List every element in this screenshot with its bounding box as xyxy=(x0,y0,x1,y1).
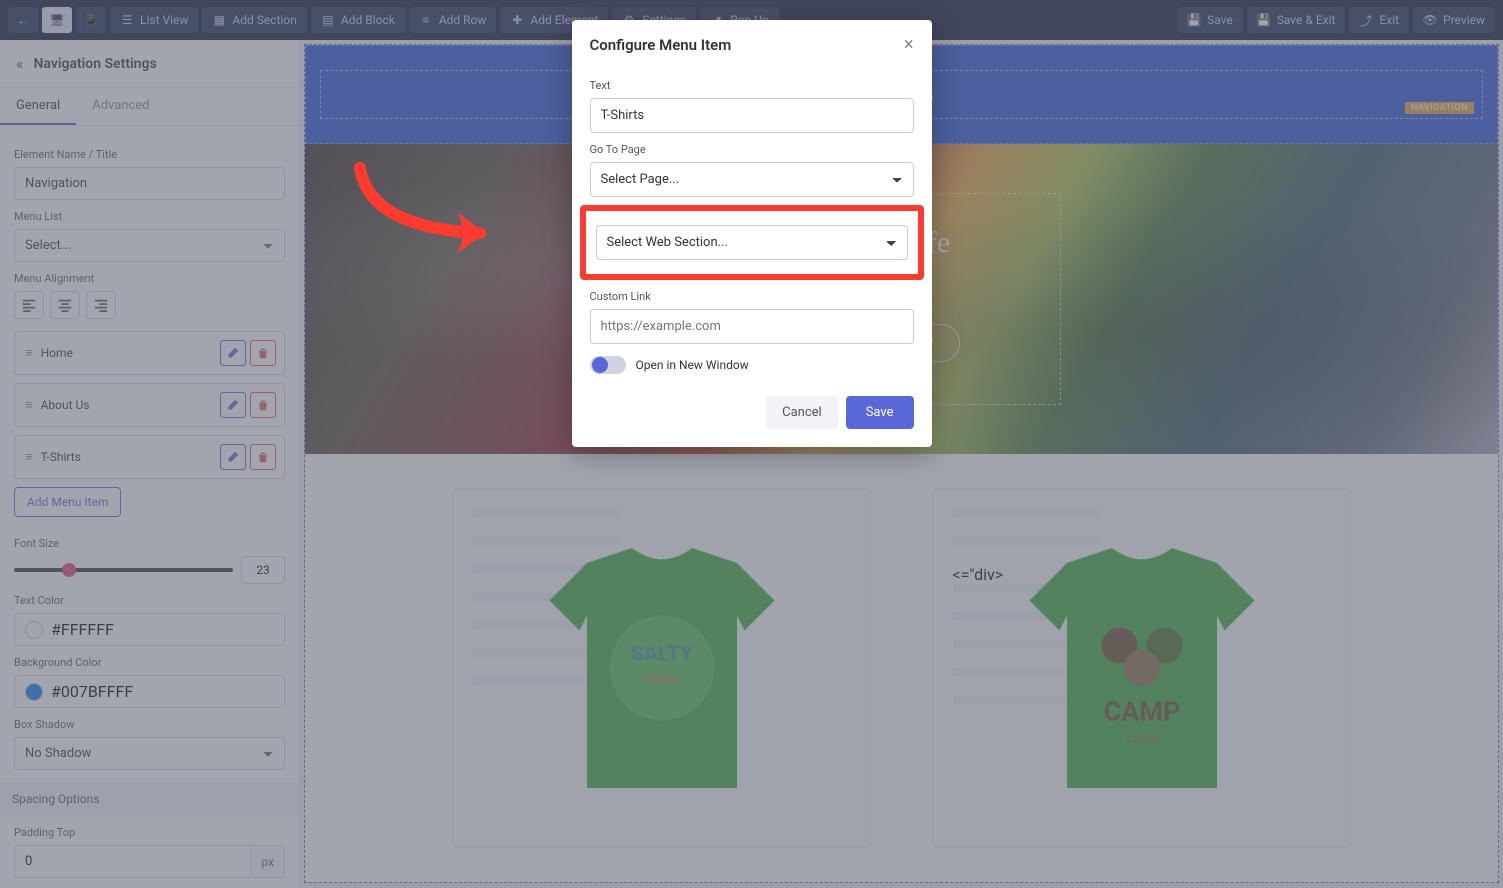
modal-footer: Cancel Save xyxy=(572,384,932,447)
custom-link-label: Custom Link xyxy=(590,290,914,303)
text-label: Text xyxy=(590,79,914,92)
open-new-window-label: Open in New Window xyxy=(636,358,749,372)
web-section-select[interactable]: Select Web Section... xyxy=(596,225,908,260)
modal-close-button[interactable]: × xyxy=(904,34,914,55)
configure-menu-item-modal: Configure Menu Item × Text Go To Page Se… xyxy=(572,20,932,447)
modal-header: Configure Menu Item × xyxy=(572,20,932,69)
open-new-window-row: Open in New Window xyxy=(590,356,914,374)
highlight-annotation: Select Web Section... xyxy=(580,205,924,280)
goto-page-label: Go To Page xyxy=(590,143,914,156)
goto-page-select[interactable]: Select Page... xyxy=(590,162,914,197)
custom-link-input[interactable] xyxy=(590,309,914,344)
modal-title: Configure Menu Item xyxy=(590,36,732,54)
modal-body: Text Go To Page Select Page... Select We… xyxy=(572,79,932,384)
cancel-button[interactable]: Cancel xyxy=(766,396,838,429)
save-button[interactable]: Save xyxy=(846,396,914,429)
text-input[interactable] xyxy=(590,98,914,133)
open-new-window-toggle[interactable] xyxy=(590,356,626,374)
